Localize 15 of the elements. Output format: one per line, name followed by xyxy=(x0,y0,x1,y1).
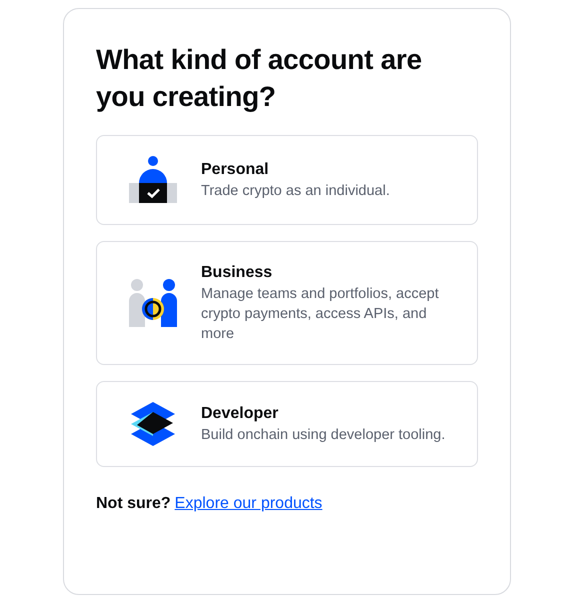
person-at-desk-icon xyxy=(129,156,177,204)
footer-text: Not sure? xyxy=(96,495,171,512)
option-description: Trade crypto as an individual. xyxy=(201,182,391,201)
option-title: Business xyxy=(201,263,274,283)
explore-link[interactable]: Explore our products xyxy=(174,495,322,512)
stacked-layers-icon xyxy=(131,402,175,446)
page-title: What kind of account are you creating? xyxy=(96,43,423,114)
option-title: Developer xyxy=(201,404,280,424)
account-option[interactable]: Personal Trade crypto as an individual. xyxy=(96,135,478,225)
option-description: Manage teams and portfolios, accept crypto payments, access APIs, and more xyxy=(201,285,440,344)
account-option[interactable]: Business Manage teams and portfolios, accept crypto payments, access APIs, and more xyxy=(96,241,478,365)
account-option[interactable]: Developer Build onchain using developer tooling. xyxy=(96,381,478,467)
option-description: Build onchain using developer tooling. xyxy=(201,426,446,445)
option-title: Personal xyxy=(201,160,270,180)
two-people-icon xyxy=(129,279,177,327)
